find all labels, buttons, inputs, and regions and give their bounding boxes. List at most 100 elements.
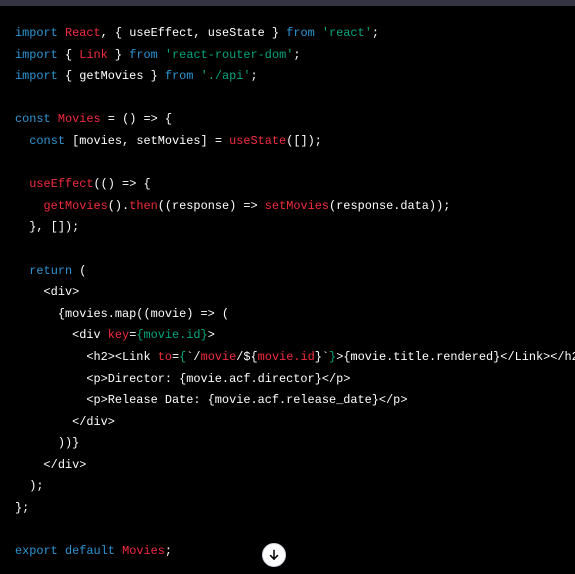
code-token: ; — [371, 26, 379, 40]
code-line: }, []); — [15, 217, 575, 239]
arrow-down-icon — [269, 549, 279, 560]
code-token: >{movie.title.rendered}</Link></h2> — [336, 349, 575, 364]
code-token: default — [64, 544, 115, 559]
code-token: './api' — [200, 69, 251, 84]
code-line: <div key={movie.id}> — [15, 325, 575, 347]
code-token: ; — [250, 69, 258, 84]
code-line: import { getMovies } from './api'; — [15, 66, 575, 88]
code-token: to — [157, 349, 172, 364]
code-token: /${ — [236, 349, 258, 364]
code-token: = () => { — [100, 112, 173, 127]
code-token: import — [15, 69, 58, 84]
code-token: > — [207, 328, 215, 343]
code-token: <p>Director: {movie.acf.director}</p> — [15, 371, 351, 386]
code-token: then — [129, 198, 158, 213]
code-token: </div> — [15, 457, 87, 472]
code-line: ); — [15, 476, 575, 498]
code-token: (response.data)); — [329, 198, 451, 213]
code-token: }; — [15, 501, 30, 516]
code-token: key — [107, 328, 130, 343]
code-line: export default Movies; — [15, 541, 575, 563]
code-line: useEffect(() => { — [15, 174, 575, 196]
code-token: <div> — [15, 285, 80, 300]
code-token: from — [129, 47, 158, 62]
code-token: const — [29, 133, 65, 148]
code-token: `/ — [186, 349, 201, 364]
code-line: import React, { useEffect, useState } fr… — [15, 23, 575, 45]
code-token: { — [57, 47, 80, 62]
code-token: useState — [229, 133, 287, 148]
code-line: return ( — [15, 261, 575, 283]
top-bar — [0, 0, 575, 6]
code-line: </div> — [15, 412, 575, 434]
code-token: React — [64, 26, 101, 40]
code-token: Movies — [57, 112, 101, 127]
code-token: ); — [15, 479, 44, 494]
code-line: getMovies().then((response) => setMovies… — [15, 196, 575, 218]
code-line: <div> — [15, 282, 575, 304]
code-token: import — [15, 47, 58, 62]
code-token: }, []); — [15, 220, 80, 235]
code-token: 'react' — [321, 26, 372, 40]
code-token: useEffect — [29, 177, 94, 192]
code-token: ; — [164, 544, 173, 559]
code-line: ))} — [15, 433, 575, 455]
code-token: } — [107, 47, 130, 62]
code-token: from — [286, 26, 315, 40]
code-token: from — [164, 69, 194, 84]
code-token: (() => { — [93, 177, 151, 192]
code-token: <div — [15, 328, 108, 343]
code-token: <p>Release Date: {movie.acf.release_date… — [15, 393, 408, 408]
code-token: getMovies — [43, 198, 108, 213]
code-token: { getMovies } — [57, 69, 165, 84]
scroll-to-bottom-button[interactable] — [262, 543, 286, 567]
code-token: {movie.id} — [136, 328, 208, 343]
code-token: [movies, setMovies] = — [64, 133, 230, 148]
code-token: {movies.map((movie) => ( — [15, 306, 230, 321]
code-token: <h2><Link — [15, 349, 158, 364]
code-token: ((response) => — [157, 198, 265, 213]
code-line: }; — [15, 498, 575, 520]
code-token: (). — [107, 198, 130, 213]
code-line: const Movies = () => { — [15, 109, 575, 131]
code-token: }` — [314, 349, 330, 364]
code-token: const — [15, 112, 51, 127]
code-token: Link — [79, 47, 108, 62]
code-token: return — [29, 263, 73, 278]
code-token: Movies — [122, 544, 165, 559]
code-line: const [movies, setMovies] = useState([])… — [15, 131, 575, 153]
code-line: </div> — [15, 455, 575, 477]
code-token: ))} — [15, 436, 80, 451]
code-token: , { useEffect, useState } — [100, 26, 287, 40]
code-block: import React, { useEffect, useState } fr… — [15, 23, 575, 563]
code-line: <p>Director: {movie.acf.director}</p> — [15, 369, 575, 391]
code-line: {movies.map((movie) => ( — [15, 304, 575, 326]
code-token: movie.id — [257, 349, 315, 364]
code-line: <h2><Link to={`/movie/${movie.id}`}>{mov… — [15, 347, 575, 369]
code-token: import — [15, 26, 58, 40]
code-token: ([]); — [286, 133, 322, 148]
code-line: <p>Release Date: {movie.acf.release_date… — [15, 390, 575, 412]
code-line: import { Link } from 'react-router-dom'; — [15, 45, 575, 67]
code-token: ( — [72, 263, 87, 278]
code-token: export — [15, 544, 58, 559]
code-token: setMovies — [264, 198, 330, 213]
code-token: </div> — [15, 414, 115, 429]
code-token: 'react-router-dom' — [164, 47, 294, 62]
code-token: movie — [200, 349, 237, 364]
